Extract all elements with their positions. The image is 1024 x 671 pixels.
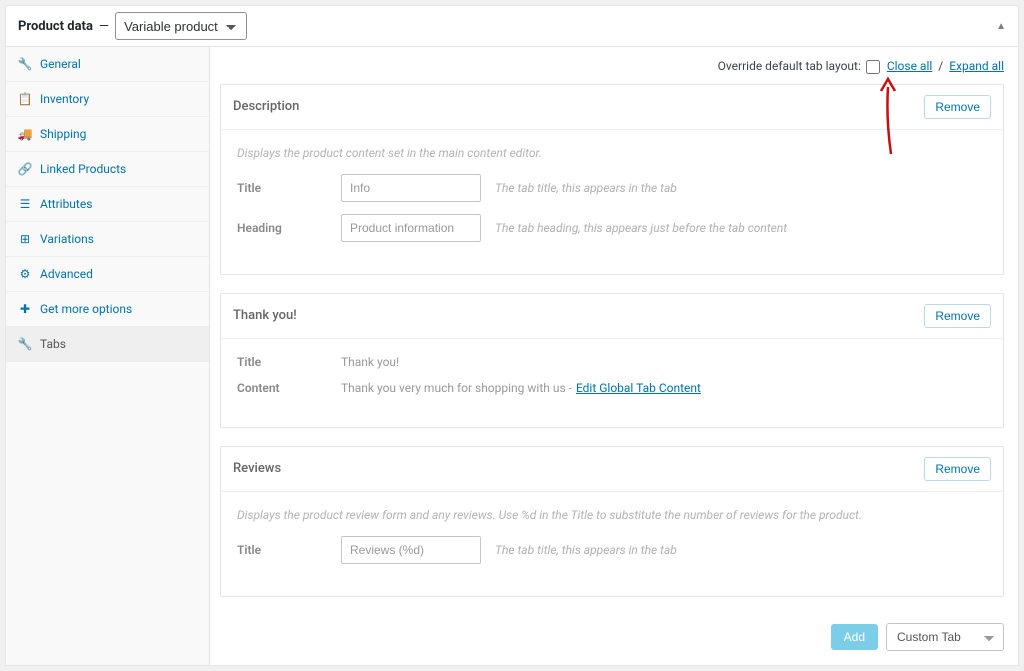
- footer-row: Add Custom Tab: [220, 615, 1004, 651]
- add-button[interactable]: Add: [831, 624, 878, 650]
- tab-section-reviews: Reviews Remove Displays the product revi…: [220, 446, 1004, 597]
- field-hint: The tab title, this appears in the tab: [495, 543, 677, 557]
- sidebar-item-shipping[interactable]: 🚚 Shipping: [6, 117, 209, 151]
- tab-section-body: Title Thank you! Content Thank you very …: [221, 339, 1003, 427]
- title-input[interactable]: [341, 174, 481, 202]
- add-tab-type-select[interactable]: Custom Tab: [886, 623, 1004, 651]
- tab-section-header[interactable]: Thank you! Remove: [221, 294, 1003, 339]
- panel-body: 🔧 General 📋 Inventory 🚚 Shipping 🔗 Linked Pr…: [6, 47, 1018, 665]
- tab-section-body: Displays the product content set in the …: [221, 130, 1003, 274]
- separator: /: [938, 59, 943, 73]
- tab-section-title: Thank you!: [233, 308, 297, 323]
- tab-section-description: Description Remove Displays the product …: [220, 84, 1004, 275]
- field-label-title: Title: [237, 181, 327, 195]
- truck-icon: 🚚: [18, 127, 32, 141]
- expand-all-link[interactable]: Expand all: [949, 59, 1004, 73]
- sidebar-item-label: Shipping: [40, 127, 86, 141]
- sidebar: 🔧 General 📋 Inventory 🚚 Shipping 🔗 Linked Pr…: [6, 47, 210, 665]
- help-text: Displays the product review form and any…: [237, 508, 987, 522]
- sidebar-item-attributes[interactable]: ☰ Attributes: [6, 187, 209, 221]
- remove-button[interactable]: Remove: [924, 95, 991, 119]
- sidebar-item-label: Variations: [40, 232, 94, 246]
- field-label-title: Title: [237, 355, 327, 369]
- sidebar-item-variations[interactable]: ⊞ Variations: [6, 222, 209, 256]
- tab-section-body: Displays the product review form and any…: [221, 492, 1003, 596]
- top-controls: Override default tab layout: Close all /…: [220, 57, 1004, 84]
- tab-section-thankyou: Thank you! Remove Title Thank you! Conte…: [220, 293, 1004, 428]
- field-label-heading: Heading: [237, 221, 327, 235]
- collapse-toggle-icon[interactable]: ▲: [996, 21, 1006, 32]
- sidebar-item-advanced[interactable]: ⚙ Advanced: [6, 257, 209, 291]
- link-icon: 🔗: [18, 162, 32, 176]
- sidebar-item-label: General: [40, 57, 81, 71]
- field-hint: The tab heading, this appears just befor…: [495, 221, 787, 235]
- override-checkbox[interactable]: [866, 60, 880, 74]
- tab-section-header[interactable]: Reviews Remove: [221, 447, 1003, 492]
- field-label-content: Content: [237, 381, 327, 395]
- gear-icon: ⚙: [18, 267, 32, 281]
- wrench-icon: 🔧: [18, 337, 32, 351]
- field-label-title: Title: [237, 543, 327, 557]
- panel-header: Product data — Variable product ▲: [6, 6, 1018, 47]
- content-static-value: Thank you very much for shopping with us…: [341, 381, 572, 395]
- remove-button[interactable]: Remove: [924, 304, 991, 328]
- title-static-value: Thank you!: [341, 355, 399, 369]
- sidebar-item-label: Linked Products: [40, 162, 126, 176]
- remove-button[interactable]: Remove: [924, 457, 991, 481]
- title-input[interactable]: [341, 536, 481, 564]
- panel-title: Product data: [18, 19, 93, 34]
- grid-icon: ⊞: [18, 232, 32, 246]
- close-all-link[interactable]: Close all: [887, 59, 932, 73]
- content-area: Override default tab layout: Close all /…: [210, 47, 1018, 665]
- tab-section-title: Reviews: [233, 461, 281, 476]
- sidebar-item-get-more-options[interactable]: ✚ Get more options: [6, 292, 209, 326]
- sidebar-item-linked-products[interactable]: 🔗 Linked Products: [6, 152, 209, 186]
- wrench-icon: 🔧: [18, 57, 32, 71]
- override-label: Override default tab layout:: [718, 59, 861, 73]
- tab-section-title: Description: [233, 99, 299, 114]
- list-icon: ☰: [18, 197, 32, 211]
- plus-icon: ✚: [18, 302, 32, 316]
- sidebar-item-label: Attributes: [40, 197, 92, 211]
- sidebar-item-label: Inventory: [40, 92, 89, 106]
- heading-input[interactable]: [341, 214, 481, 242]
- clipboard-icon: 📋: [18, 92, 32, 106]
- sidebar-item-label: Tabs: [40, 337, 66, 351]
- separator: —: [99, 19, 109, 34]
- field-hint: The tab title, this appears in the tab: [495, 181, 677, 195]
- sidebar-item-inventory[interactable]: 📋 Inventory: [6, 82, 209, 116]
- sidebar-item-label: Advanced: [40, 267, 93, 281]
- product-type-select[interactable]: Variable product: [115, 12, 247, 40]
- sidebar-item-label: Get more options: [40, 302, 132, 316]
- help-text: Displays the product content set in the …: [237, 146, 987, 160]
- edit-global-tab-link[interactable]: Edit Global Tab Content: [576, 381, 701, 395]
- sidebar-item-tabs[interactable]: 🔧 Tabs: [6, 327, 209, 361]
- product-data-panel: Product data — Variable product ▲ 🔧 Gener…: [5, 5, 1019, 666]
- sidebar-item-general[interactable]: 🔧 General: [6, 47, 209, 81]
- tab-section-header[interactable]: Description Remove: [221, 85, 1003, 130]
